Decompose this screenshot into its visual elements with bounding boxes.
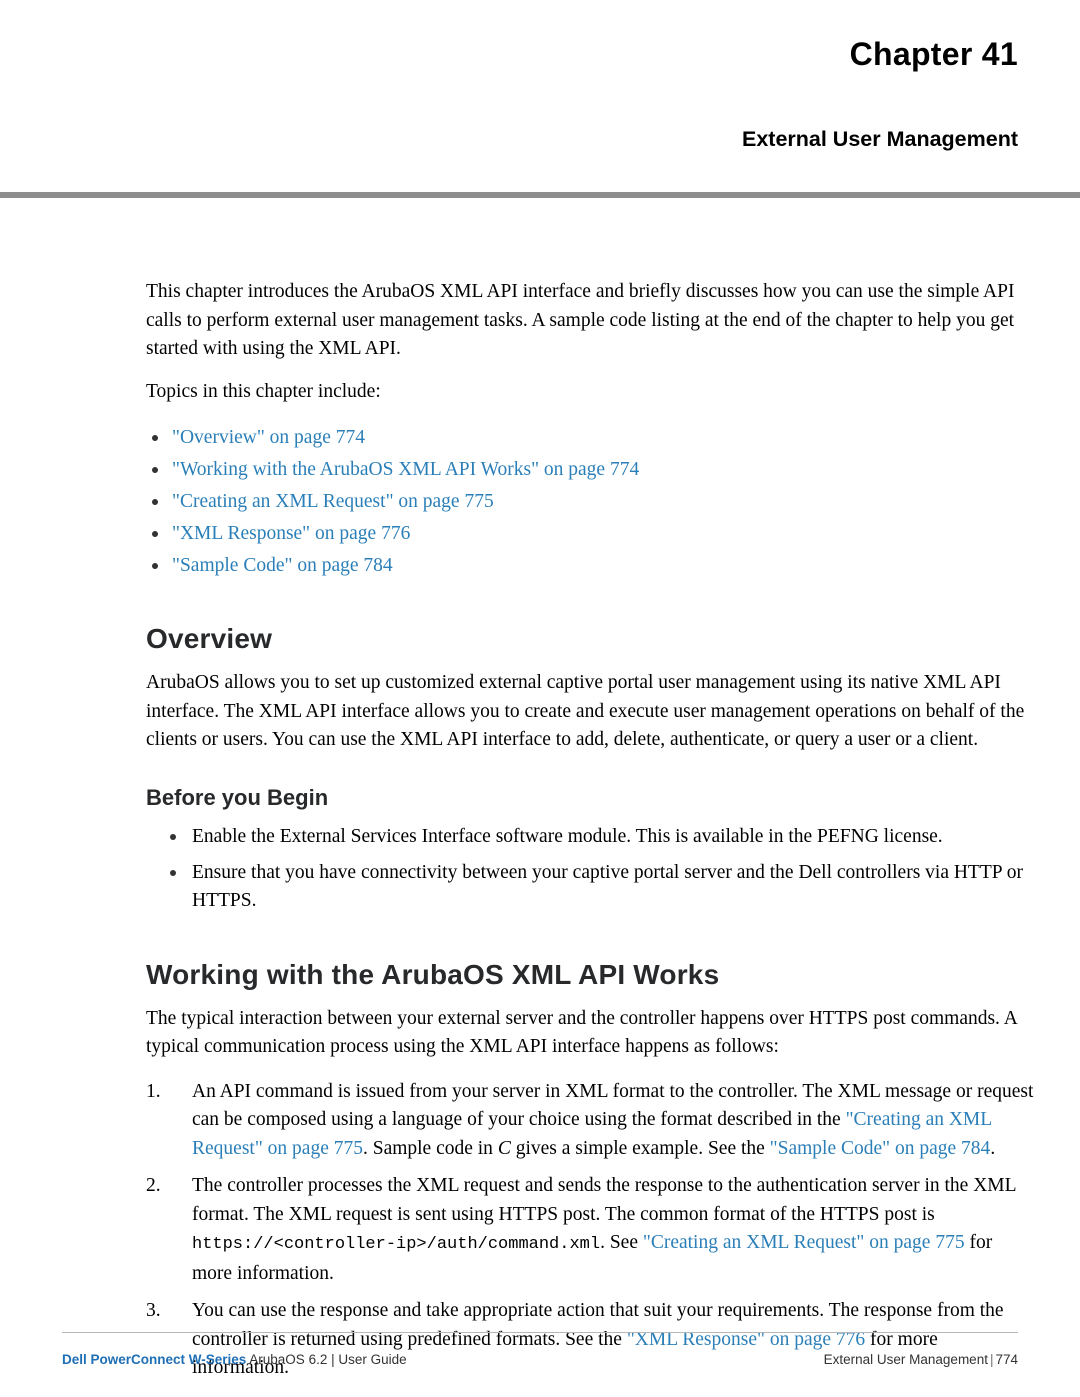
- list-item[interactable]: "Working with the ArubaOS XML API Works"…: [146, 456, 1034, 483]
- footer-brand: Dell PowerConnect W-Series: [62, 1352, 247, 1367]
- list-item: The controller processes the XML request…: [146, 1172, 1034, 1288]
- list-item[interactable]: "Overview" on page 774: [146, 424, 1034, 451]
- chapter-subtitle: External User Management: [741, 127, 1018, 151]
- page-footer: Dell PowerConnect W-Series ArubaOS 6.2 |…: [62, 1352, 1018, 1367]
- list-item: You can use the response and take approp…: [146, 1297, 1034, 1383]
- footer-page-number: 774: [995, 1352, 1018, 1367]
- list-item[interactable]: "Creating an XML Request" on page 775: [146, 488, 1034, 515]
- step-text-mid2: gives a simple example. See the: [510, 1137, 770, 1159]
- topic-link[interactable]: "XML Response" on page 776: [172, 523, 410, 544]
- working-paragraph: The typical interaction between your ext…: [146, 1007, 1017, 1058]
- subsection-heading-before-you-begin: Before you Begin: [146, 784, 329, 810]
- topics-list: "Overview" on page 774 "Working with the…: [146, 424, 1034, 579]
- topics-lead: Topics in this chapter include:: [146, 380, 381, 402]
- list-item-text: Ensure that you have connectivity betwee…: [192, 861, 1023, 911]
- step-text-mid: . See: [600, 1232, 643, 1253]
- footer-guide-label: ArubaOS 6.2 | User Guide: [246, 1352, 407, 1367]
- list-item[interactable]: "Sample Code" on page 784: [146, 552, 1034, 579]
- topic-link[interactable]: "Sample Code" on page 784: [172, 555, 393, 576]
- step-text-post: .: [990, 1137, 996, 1159]
- list-item: Enable the External Services Interface s…: [146, 823, 1034, 851]
- document-content: This chapter introduces the ArubaOS XML …: [146, 278, 1034, 1392]
- list-item-text: Enable the External Services Interface s…: [192, 825, 943, 847]
- https-post-url: https://<controller-ip>/auth/command.xml: [192, 1235, 601, 1254]
- intro-paragraph: This chapter introduces the ArubaOS XML …: [146, 281, 1015, 359]
- step-text-italic: C: [497, 1137, 511, 1159]
- list-item: Ensure that you have connectivity betwee…: [146, 859, 1034, 915]
- topic-link[interactable]: "Overview" on page 774: [172, 427, 365, 448]
- before-you-begin-list: Enable the External Services Interface s…: [146, 823, 1034, 915]
- working-steps-list: An API command is issued from your serve…: [146, 1078, 1034, 1383]
- footer-left: Dell PowerConnect W-Series ArubaOS 6.2 |…: [62, 1352, 407, 1367]
- list-item: An API command is issued from your serve…: [146, 1078, 1034, 1164]
- overview-paragraph: ArubaOS allows you to set up customized …: [146, 672, 1025, 750]
- section-heading-overview: Overview: [146, 623, 273, 654]
- header-divider: [0, 192, 1080, 198]
- footer-right: External User Management | 774: [824, 1352, 1018, 1367]
- topic-link[interactable]: "Working with the ArubaOS XML API Works"…: [172, 459, 639, 480]
- document-page: Chapter 41 External User Management This…: [0, 0, 1080, 1397]
- step-text-mid: . Sample code in: [362, 1137, 498, 1159]
- list-item[interactable]: "XML Response" on page 776: [146, 520, 1034, 547]
- footer-divider: [62, 1332, 1018, 1333]
- footer-section-label: External User Management: [823, 1352, 988, 1367]
- step-text-pre: The controller processes the XML request…: [192, 1175, 1016, 1225]
- topic-link[interactable]: "Creating an XML Request" on page 775: [172, 491, 494, 512]
- chapter-title: Chapter 41: [849, 36, 1018, 72]
- creating-xml-request-link[interactable]: "Creating an XML Request" on page 775: [643, 1232, 965, 1253]
- sample-code-link[interactable]: "Sample Code" on page 784: [770, 1138, 991, 1159]
- section-heading-working-with-xml-api: Working with the ArubaOS XML API Works: [146, 958, 720, 990]
